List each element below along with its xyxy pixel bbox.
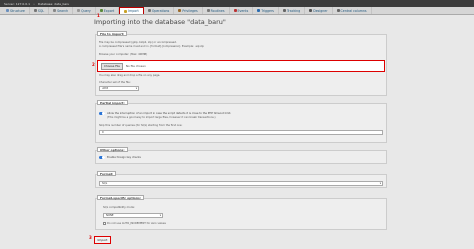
other-options-legend: Other options: (97, 147, 128, 152)
allow-interruption-toggle[interactable] (99, 112, 105, 115)
file-line-2: A compressed file's name must end in .[f… (99, 45, 204, 48)
tab-label: SQL (37, 8, 45, 13)
tab-bar: Structure SQL Search Query Export Import Opera… (0, 7, 474, 15)
format-value: SQL (102, 182, 108, 185)
import-button[interactable]: Import (94, 236, 111, 244)
breadcrumb-database[interactable]: Database: data_baru (38, 2, 69, 6)
format-select[interactable]: SQL ▾ (99, 181, 383, 186)
tab-import[interactable]: Import (119, 7, 144, 14)
format-legend: Format: (97, 171, 117, 176)
chevron-down-icon: ▾ (379, 182, 381, 185)
charset-label: Character set of the file: (99, 81, 131, 84)
chevron-down-icon: ▾ (159, 214, 161, 217)
file-line-1: File may be compressed (gzip, bzip2, zip… (99, 41, 177, 44)
tab-label: Central columns (340, 8, 367, 13)
tab-label: Tracking (286, 8, 301, 13)
tab-search[interactable]: Search (49, 7, 74, 14)
tab-label: Query (81, 8, 91, 13)
tab-tracking[interactable]: Tracking (279, 7, 306, 14)
partial-legend: Partial import: (97, 100, 128, 105)
sql-icon (33, 9, 37, 12)
designer-icon (309, 9, 313, 12)
tab-triggers[interactable]: Triggers (253, 7, 279, 14)
import-icon (124, 9, 128, 13)
charset-select[interactable]: utf-8 ▾ (99, 86, 139, 91)
routines-icon (206, 9, 210, 12)
tab-routines[interactable]: Routines (203, 7, 230, 14)
query-icon (77, 9, 81, 12)
tab-query[interactable]: Query (73, 7, 96, 14)
allow-interruption-label: Allow the interruption of an import in c… (107, 112, 232, 115)
tab-label: Designer (313, 8, 328, 13)
eye-icon (282, 9, 286, 12)
tab-label: Routines (210, 8, 225, 13)
breadcrumb-server[interactable]: Server: 127.0.0.1 (4, 2, 30, 6)
tab-label: Search (57, 8, 69, 13)
charset-value: utf-8 (102, 87, 109, 90)
clock-icon (233, 9, 237, 12)
format-specific-legend: Format-specific options: (97, 195, 144, 200)
breadcrumb-separator: » (33, 1, 35, 6)
tab-label: Export (103, 8, 115, 13)
tab-central-columns[interactable]: Central columns (333, 7, 372, 14)
page-title: Importing into the database "data_baru" (94, 18, 226, 26)
wrench-icon (147, 9, 151, 12)
tab-label: Import (128, 9, 139, 13)
tab-label: Triggers (261, 8, 274, 13)
export-icon (99, 9, 103, 12)
auto-increment-label: Do not use AUTO_INCREMENT for zero value… (107, 222, 166, 225)
tab-label: Events (237, 8, 249, 13)
table-icon (6, 9, 9, 12)
tab-designer[interactable]: Designer (305, 7, 333, 14)
triggers-icon (257, 9, 261, 12)
tab-operations[interactable]: Operations (144, 7, 175, 14)
file-line-4: You may also drag and drop a file on any… (99, 74, 161, 77)
marker-3: 3 (89, 235, 92, 240)
skip-queries-input[interactable]: 0 (99, 130, 383, 135)
choose-file-button[interactable]: Choose File (101, 62, 123, 70)
tab-events[interactable]: Events (230, 7, 254, 14)
compat-value: NONE (106, 214, 114, 217)
foreign-key-label: Enable foreign key checks (107, 156, 141, 159)
tab-label: Structure (10, 8, 25, 13)
allow-interruption-sublabel: (This might be a good way to import larg… (107, 116, 216, 119)
tab-sql[interactable]: SQL (30, 7, 50, 14)
columns-icon (336, 9, 340, 12)
search-icon (53, 9, 57, 12)
breadcrumb: Server: 127.0.0.1 » Database: data_baru (0, 0, 474, 7)
chevron-down-icon: ▾ (135, 87, 137, 90)
tab-structure[interactable]: Structure (2, 7, 30, 14)
privileges-icon (178, 9, 182, 12)
tab-label: Privileges (182, 8, 198, 13)
tab-label: Operations (151, 8, 170, 13)
file-chooser-row: Choose File No file chosen (97, 60, 385, 72)
compat-select[interactable]: NONE ▾ (103, 213, 163, 218)
file-line-3: Browse your computer: (Max: 40MiB) (99, 53, 148, 56)
skip-queries-label: Skip this number of queries (for SQL) st… (99, 124, 183, 127)
partial-panel (95, 103, 387, 143)
file-legend: File to import: (97, 31, 128, 36)
auto-increment-checkbox[interactable] (103, 222, 106, 225)
foreign-key-toggle[interactable] (99, 156, 105, 159)
compat-label: SQL compatibility mode: (103, 206, 135, 209)
no-file-chosen-label: No file chosen (125, 64, 146, 68)
tab-privileges[interactable]: Privileges (174, 7, 203, 14)
